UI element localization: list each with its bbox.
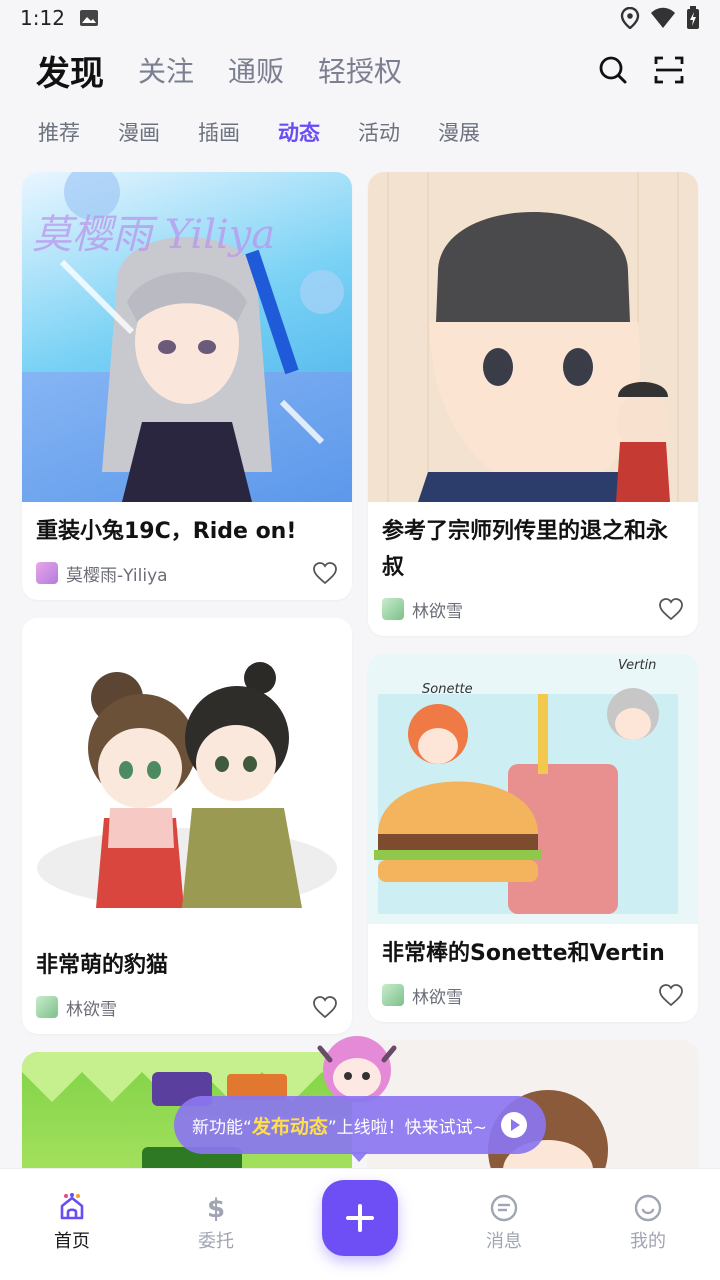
- nav-commission-label: 委托: [198, 1231, 234, 1252]
- post-image[interactable]: [368, 172, 698, 502]
- toast-suffix: ”上线啦！快来试试~: [327, 1117, 487, 1138]
- illustration-burger-chibis: [374, 688, 678, 914]
- nav-mine[interactable]: 我的: [576, 1193, 720, 1253]
- nav-mine-label: 我的: [630, 1231, 666, 1252]
- toast-highlight: 发布动态: [251, 1115, 328, 1138]
- nav-home[interactable]: 首页: [0, 1193, 144, 1253]
- post-meta: 林欲雪: [368, 972, 698, 1022]
- post-title[interactable]: 参考了宗师列传里的退之和永叔: [368, 502, 698, 586]
- toast-prefix: 新功能“: [192, 1117, 252, 1138]
- post-author[interactable]: 林欲雪: [412, 983, 463, 1008]
- post-feed[interactable]: 莫樱雨 Yiliya 重装小兔19C，Ride on! 莫樱雨-Yiliya 非…: [0, 172, 720, 1168]
- mascot-character[interactable]: [306, 1030, 408, 1102]
- post-author[interactable]: 莫樱雨-Yiliya: [66, 561, 168, 586]
- illustration-scholar-portrait: [387, 172, 679, 502]
- message-icon: [490, 1194, 518, 1222]
- tab-shop[interactable]: 通贩: [228, 50, 284, 90]
- post-card[interactable]: 非常萌的豹猫 林欲雪: [22, 618, 352, 1034]
- post-meta: 莫樱雨-Yiliya: [22, 550, 352, 600]
- post-title[interactable]: 重装小兔19C，Ride on!: [22, 502, 352, 550]
- heart-icon[interactable]: [658, 596, 684, 622]
- post-image-watermark: 莫樱雨 Yiliya: [32, 212, 276, 258]
- subtab-events[interactable]: 活动: [358, 117, 400, 147]
- post-meta: 林欲雪: [368, 586, 698, 636]
- tab-follow[interactable]: 关注: [138, 50, 194, 90]
- location-icon: [620, 7, 640, 29]
- subtab-illustration[interactable]: 插画: [198, 117, 240, 147]
- post-author[interactable]: 林欲雪: [412, 597, 463, 622]
- nav-messages[interactable]: 消息: [432, 1193, 576, 1253]
- art-label-vertin: Vertin: [618, 658, 657, 673]
- nav-messages-label: 消息: [486, 1231, 522, 1252]
- toast-pointer: [350, 1152, 368, 1162]
- subtab-comics[interactable]: 漫画: [118, 117, 160, 147]
- post-card[interactable]: 参考了宗师列传里的退之和永叔 林欲雪: [368, 172, 698, 636]
- post-card[interactable]: Sonette Vertin 非常棒的Sonette和Vertin 林欲雪: [368, 654, 698, 1022]
- avatar[interactable]: [382, 984, 404, 1006]
- status-bar: 1:12: [0, 0, 720, 36]
- new-feature-toast[interactable]: 新功能“ 发布动态 ”上线啦！快来试试~: [174, 1096, 546, 1154]
- avatar[interactable]: [382, 598, 404, 620]
- smiley-icon: [634, 1194, 662, 1222]
- subtab-recommend[interactable]: 推荐: [38, 117, 80, 147]
- post-meta: 林欲雪: [22, 984, 352, 1034]
- avatar[interactable]: [36, 996, 58, 1018]
- create-post-button[interactable]: [322, 1180, 398, 1256]
- art-label-sonette: Sonette: [422, 682, 473, 697]
- svg-text:$: $: [207, 1194, 225, 1223]
- post-author[interactable]: 林欲雪: [66, 995, 117, 1020]
- play-icon[interactable]: [500, 1111, 528, 1139]
- post-card[interactable]: 莫樱雨 Yiliya 重装小兔19C，Ride on! 莫樱雨-Yiliya: [22, 172, 352, 600]
- gallery-notification-icon: [79, 10, 98, 26]
- feed-column-left: 莫樱雨 Yiliya 重装小兔19C，Ride on! 莫樱雨-Yiliya 非…: [22, 172, 352, 1168]
- feed-column-right: 参考了宗师列传里的退之和永叔 林欲雪 Sonette Vertin 非常棒的So…: [368, 172, 698, 1168]
- post-title[interactable]: 非常棒的Sonette和Vertin: [368, 924, 698, 972]
- heart-icon[interactable]: [658, 982, 684, 1008]
- post-image[interactable]: 莫樱雨 Yiliya: [22, 172, 352, 502]
- heart-icon[interactable]: [312, 994, 338, 1020]
- sub-tab-bar: 推荐 漫画 插画 动态 活动 漫展: [0, 112, 720, 152]
- nav-home-label: 首页: [54, 1231, 90, 1252]
- top-tab-bar: 发现 关注 通贩 轻授权: [0, 44, 720, 96]
- heart-icon[interactable]: [312, 560, 338, 586]
- search-icon[interactable]: [598, 55, 628, 85]
- status-time: 1:12: [20, 6, 65, 30]
- wifi-icon: [651, 7, 675, 28]
- post-title[interactable]: 非常萌的豹猫: [22, 936, 352, 984]
- illustration-chibi-couple: [37, 662, 337, 908]
- subtab-moments[interactable]: 动态: [278, 117, 320, 147]
- nav-commission[interactable]: $ 委托: [144, 1193, 288, 1253]
- tab-license[interactable]: 轻授权: [318, 50, 402, 90]
- post-image[interactable]: Sonette Vertin: [368, 654, 698, 924]
- plus-icon: [346, 1204, 374, 1232]
- home-icon: [60, 1193, 84, 1220]
- dollar-icon: $: [207, 1194, 225, 1223]
- avatar[interactable]: [36, 562, 58, 584]
- tab-discover[interactable]: 发现: [36, 46, 104, 95]
- post-image[interactable]: [22, 618, 352, 936]
- subtab-expo[interactable]: 漫展: [438, 117, 480, 147]
- battery-charging-icon: [687, 6, 699, 29]
- scan-icon[interactable]: [654, 55, 684, 85]
